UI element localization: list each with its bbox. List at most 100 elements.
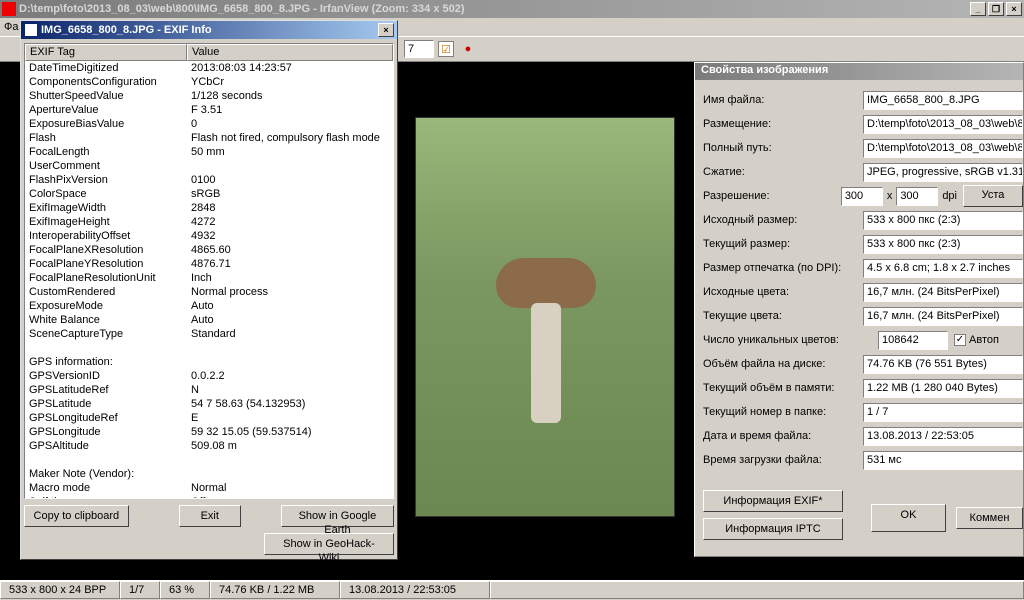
value-unique-colors[interactable]: 108642	[878, 331, 948, 350]
exif-tag: FocalPlaneYResolution	[25, 257, 187, 271]
exif-value: Off	[187, 495, 393, 498]
exif-tag: Maker Note (Vendor):	[25, 467, 187, 481]
exif-tag: FlashPixVersion	[25, 173, 187, 187]
exif-row[interactable]: GPSLongitudeRefE	[25, 411, 393, 425]
exif-row[interactable]: InteroperabilityOffset4932	[25, 229, 393, 243]
minimize-button[interactable]: _	[970, 2, 986, 16]
exif-row[interactable]: DateTimeDigitized2013:08:03 14:23:57	[25, 61, 393, 75]
geohack-button[interactable]: Show in GeoHack-Wiki	[264, 533, 394, 555]
window-buttons: _ ❐ ×	[970, 2, 1022, 16]
status-zoom: 63 %	[160, 581, 210, 599]
close-button[interactable]: ×	[1006, 2, 1022, 16]
exif-value	[187, 467, 393, 481]
page-input[interactable]	[404, 40, 434, 58]
image-properties-panel: Свойства изображения Имя файла:IMG_6658_…	[694, 62, 1024, 557]
copy-clipboard-button[interactable]: Copy to clipboard	[24, 505, 129, 527]
set-resolution-button[interactable]: Уста	[963, 185, 1023, 207]
exif-row[interactable]: ExifImageWidth2848	[25, 201, 393, 215]
resolution-y-input[interactable]	[896, 187, 938, 206]
exif-value: 509.08 m	[187, 439, 393, 453]
label-fullpath: Полный путь:	[703, 142, 863, 154]
exif-close-button[interactable]: ×	[378, 23, 394, 37]
exif-value: Normal	[187, 481, 393, 495]
value-cur-size[interactable]: 533 x 800 пкс (2:3)	[863, 235, 1023, 254]
value-disk-size[interactable]: 74.76 KB (76 551 Bytes)	[863, 355, 1023, 374]
exif-list[interactable]: EXIF Tag Value DateTimeDigitized2013:08:…	[24, 43, 394, 499]
label-cur-size: Текущий размер:	[703, 238, 863, 250]
exif-row[interactable]: GPSLatitudeRefN	[25, 383, 393, 397]
value-filename[interactable]: IMG_6658_800_8.JPG	[863, 91, 1023, 110]
exif-value: Auto	[187, 313, 393, 327]
resolution-x-input[interactable]	[841, 187, 883, 206]
menu-item[interactable]: Фа	[4, 21, 18, 33]
status-size: 74.76 KB / 1.22 MB	[210, 581, 340, 599]
value-fullpath[interactable]: D:\temp\foto\2013_08_03\web\8	[863, 139, 1023, 158]
exif-tag: FocalPlaneResolutionUnit	[25, 271, 187, 285]
exif-row[interactable]: Macro modeNormal	[25, 481, 393, 495]
exif-row[interactable]: GPSVersionID0.0.2.2	[25, 369, 393, 383]
exif-row[interactable]: SceneCaptureTypeStandard	[25, 327, 393, 341]
exif-row[interactable]	[25, 341, 393, 355]
red-dot-icon[interactable]: ●	[458, 39, 478, 59]
value-orig-size[interactable]: 533 x 800 пкс (2:3)	[863, 211, 1023, 230]
exif-value: Normal process	[187, 285, 393, 299]
exif-row[interactable]	[25, 453, 393, 467]
exif-titlebar[interactable]: IMG_6658_800_8.JPG - EXIF Info ×	[21, 21, 397, 39]
value-compression[interactable]: JPEG, progressive, sRGB v1.31 (C	[863, 163, 1023, 182]
exif-row[interactable]: FocalPlaneXResolution4865.60	[25, 243, 393, 257]
exif-row[interactable]: FlashPixVersion0100	[25, 173, 393, 187]
exif-row[interactable]: ColorSpacesRGB	[25, 187, 393, 201]
exif-row[interactable]: GPSLongitude59 32 15.05 (59.537514)	[25, 425, 393, 439]
exif-row[interactable]: Self timerOff	[25, 495, 393, 498]
exif-row[interactable]: FocalLength50 mm	[25, 145, 393, 159]
value-cur-colors[interactable]: 16,7 млн. (24 BitsPerPixel)	[863, 307, 1023, 326]
exif-value: 59 32 15.05 (59.537514)	[187, 425, 393, 439]
exif-row[interactable]: UserComment	[25, 159, 393, 173]
main-window-titlebar: D:\temp\foto\2013_08_03\web\800\IMG_6658…	[0, 0, 1024, 18]
exif-tag: FocalLength	[25, 145, 187, 159]
google-earth-button[interactable]: Show in Google Earth	[281, 505, 394, 527]
auto-checkbox[interactable]: ✓Автоп	[954, 334, 999, 346]
value-mem-size[interactable]: 1.22 MB (1 280 040 Bytes)	[863, 379, 1023, 398]
exif-row[interactable]: ComponentsConfigurationYCbCr	[25, 75, 393, 89]
exif-info-button[interactable]: Информация EXIF*	[703, 490, 843, 512]
exif-value: 2848	[187, 201, 393, 215]
value-load-time[interactable]: 531 мс	[863, 451, 1023, 470]
exit-button[interactable]: Exit	[179, 505, 241, 527]
value-folder[interactable]: D:\temp\foto\2013_08_03\web\8	[863, 115, 1023, 134]
ok-button[interactable]: OK	[871, 504, 946, 532]
value-orig-colors[interactable]: 16,7 млн. (24 BitsPerPixel)	[863, 283, 1023, 302]
label-filename: Имя файла:	[703, 94, 863, 106]
exif-row[interactable]: Maker Note (Vendor):	[25, 467, 393, 481]
exif-row[interactable]: ApertureValueF 3.51	[25, 103, 393, 117]
label-mem-size: Текущий объём в памяти:	[703, 382, 863, 394]
exif-row[interactable]: White BalanceAuto	[25, 313, 393, 327]
label-orig-colors: Исходные цвета:	[703, 286, 863, 298]
exif-header-value[interactable]: Value	[187, 44, 393, 61]
exif-row[interactable]: CustomRenderedNormal process	[25, 285, 393, 299]
maximize-button[interactable]: ❐	[988, 2, 1004, 16]
dpi-label: dpi	[942, 190, 957, 202]
exif-value: 0	[187, 117, 393, 131]
exif-row[interactable]: ExposureBiasValue0	[25, 117, 393, 131]
exif-row[interactable]: ShutterSpeedValue1/128 seconds	[25, 89, 393, 103]
exif-row[interactable]: GPSLatitude54 7 58.63 (54.132953)	[25, 397, 393, 411]
exif-row[interactable]: FlashFlash not fired, compulsory flash m…	[25, 131, 393, 145]
exif-row[interactable]: GPS information:	[25, 355, 393, 369]
exif-row[interactable]: GPSAltitude509.08 m	[25, 439, 393, 453]
exif-tag: ExposureBiasValue	[25, 117, 187, 131]
exif-value: Flash not fired, compulsory flash mode	[187, 131, 393, 145]
photo-mushroom	[415, 117, 675, 517]
value-index[interactable]: 1 / 7	[863, 403, 1023, 422]
exif-row[interactable]: ExposureModeAuto	[25, 299, 393, 313]
value-print-size[interactable]: 4.5 x 6.8 cm; 1.8 x 2.7 inches	[863, 259, 1023, 278]
checkbox-icon[interactable]: ☑	[438, 41, 454, 57]
iptc-info-button[interactable]: Информация IPTC	[703, 518, 843, 540]
exif-row[interactable]: FocalPlaneYResolution4876.71	[25, 257, 393, 271]
value-datetime[interactable]: 13.08.2013 / 22:53:05	[863, 427, 1023, 446]
exif-row[interactable]: ExifImageHeight4272	[25, 215, 393, 229]
exif-row[interactable]: FocalPlaneResolutionUnitInch	[25, 271, 393, 285]
exif-header-tag[interactable]: EXIF Tag	[25, 44, 187, 61]
comment-button[interactable]: Коммен	[956, 507, 1023, 529]
label-disk-size: Объём файла на диске:	[703, 358, 863, 370]
